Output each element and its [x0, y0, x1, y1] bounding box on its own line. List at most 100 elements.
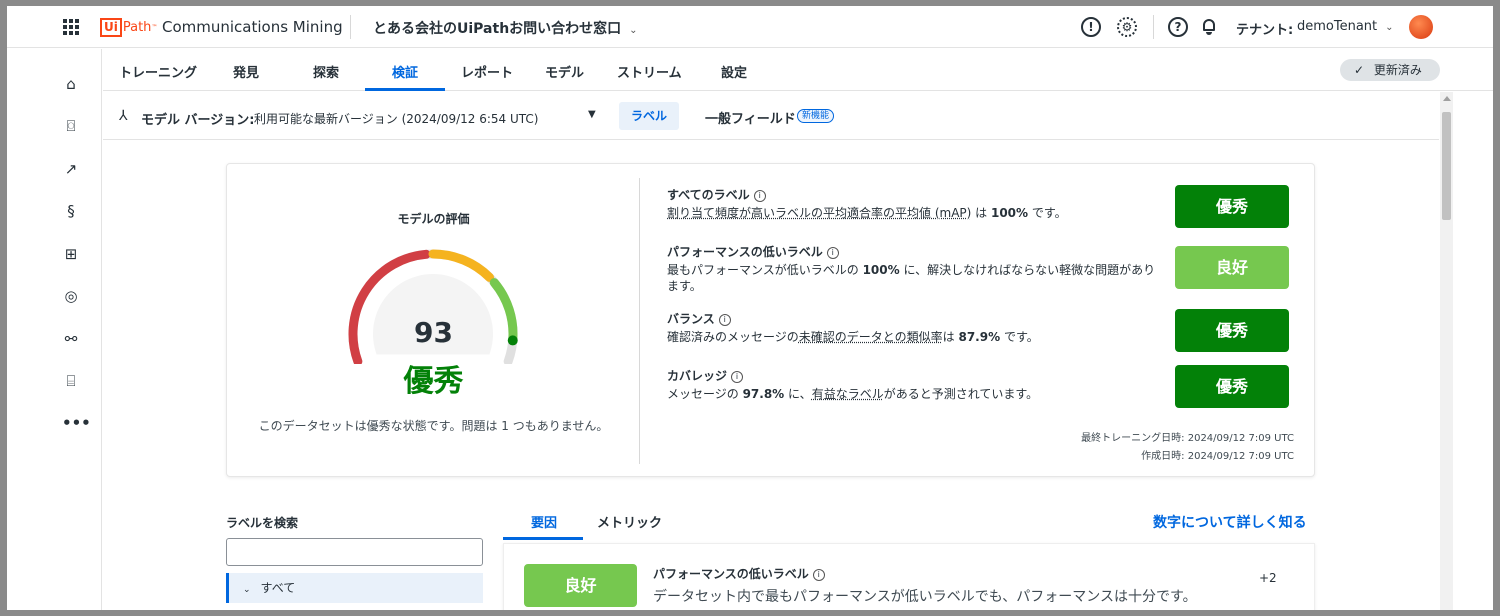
- tab-factors[interactable]: 要因: [531, 512, 557, 531]
- apps-icon[interactable]: ⊞: [62, 245, 80, 263]
- last-trained: 最終トレーニング日時: 2024/09/12 7:09 UTC: [1081, 433, 1294, 444]
- logo-trademark: ™: [151, 23, 158, 31]
- desc-text: 最もパフォーマンスが低いラベルの: [667, 263, 863, 277]
- metric-rating-button[interactable]: 優秀: [1175, 365, 1289, 408]
- app-window: Ui Path ™ Communications Mining とある会社のUi…: [7, 6, 1493, 610]
- chevron-down-icon: ⌄: [629, 25, 638, 36]
- tab-validation[interactable]: 検証: [392, 62, 418, 81]
- rating-grade: 優秀: [403, 364, 464, 399]
- metric-description: メッセージの 97.8% に、有益なラベルがあると予測されています。: [667, 386, 1167, 402]
- apps-grid-icon[interactable]: [63, 19, 79, 35]
- metric-description: 最もパフォーマンスが低いラベルの 100% に、解決しなければならない軽微な問題…: [667, 262, 1167, 294]
- logo-path: Path: [122, 19, 152, 35]
- caret-down-icon[interactable]: ▼: [588, 109, 596, 120]
- updated-status-chip: ✓ 更新済み: [1340, 59, 1440, 81]
- tab-models[interactable]: モデル: [545, 62, 584, 81]
- desc-text: メッセージの: [667, 387, 743, 401]
- main-tabs: トレーニング 発見 探索 検証 レポート モデル ストリーム 設定 ✓ 更新済み: [103, 49, 1493, 91]
- metric-rating-button[interactable]: 良好: [1175, 246, 1289, 289]
- metric-rating-button[interactable]: 優秀: [1175, 185, 1289, 228]
- tab-reports[interactable]: レポート: [461, 62, 513, 81]
- created-at: 作成日時: 2024/09/12 7:09 UTC: [1141, 451, 1294, 462]
- label-tree-item-all[interactable]: ⌄ すべて: [226, 573, 483, 603]
- desc-text: に、: [784, 387, 812, 401]
- desc-text: です。: [1000, 330, 1039, 344]
- factor-title-text: パフォーマンスの低いラベル: [653, 567, 809, 581]
- avatar[interactable]: [1409, 15, 1433, 39]
- factor-rating-button[interactable]: 良好: [524, 564, 637, 607]
- uipath-logo[interactable]: Ui Path ™: [100, 17, 157, 37]
- chevron-down-icon[interactable]: ⌄: [243, 585, 251, 595]
- context-selector[interactable]: とある会社のUiPathお問い合わせ窓口 ⌄: [373, 18, 638, 38]
- metric-title: カバレッジ: [667, 369, 728, 383]
- gauge-segment-orange: [428, 249, 495, 282]
- tab-explore[interactable]: 探索: [313, 62, 339, 81]
- label-tree-item-text: すべて: [260, 581, 296, 595]
- info-icon[interactable]: i: [826, 247, 839, 259]
- tenant-label: テナント:: [1236, 23, 1294, 38]
- model-rating-card: モデルの評価 93 優秀 このデータセットは優秀な状態です。問題は 1 つもあり…: [226, 163, 1315, 477]
- general-fields-button[interactable]: 一般フィールド: [705, 108, 796, 127]
- integration-icon[interactable]: ⚯: [62, 330, 80, 348]
- tab-metrics[interactable]: メトリック: [597, 512, 662, 531]
- store-icon[interactable]: ⌸: [62, 372, 80, 390]
- learn-more-link[interactable]: 数字について詳しく知る: [1153, 512, 1307, 532]
- active-tab-indicator: [365, 88, 445, 91]
- label-search-label: ラベルを検索: [226, 516, 299, 530]
- tab-training[interactable]: トレーニング: [119, 62, 197, 81]
- help-icon[interactable]: ?: [1168, 17, 1188, 37]
- context-name: とある会社のUiPathお問い合わせ窓口: [373, 21, 622, 37]
- logo-box: Ui: [100, 17, 122, 37]
- vertical-scrollbar[interactable]: [1440, 92, 1453, 610]
- check-icon: ✓: [1354, 63, 1365, 77]
- info-icon[interactable]: i: [718, 314, 731, 326]
- model-version-bar: ⅄ モデル バージョン: 利用可能な最新バージョン (2024/09/12 6:…: [103, 92, 1439, 140]
- tab-discover[interactable]: 発見: [233, 62, 259, 81]
- map-term[interactable]: 割り当て頻度が高いラベルの平均適合率の平均値 (mAP): [667, 206, 971, 220]
- desc-text: は: [942, 330, 959, 344]
- alert-icon[interactable]: ◎: [62, 287, 80, 305]
- more-icon[interactable]: •••: [62, 414, 91, 432]
- divider: [1153, 15, 1154, 39]
- labels-toggle-button[interactable]: ラベル: [619, 102, 679, 130]
- model-icon: ⅄: [119, 108, 128, 124]
- scroll-thumb[interactable]: [1442, 112, 1451, 220]
- tab-settings[interactable]: 設定: [721, 62, 747, 81]
- metric-title: バランス: [667, 312, 715, 326]
- info-icon[interactable]: i: [812, 569, 825, 581]
- desc-text: は: [971, 206, 991, 220]
- home-icon[interactable]: ⌂: [62, 75, 80, 93]
- metric-title: パフォーマンスの低いラベル: [667, 245, 823, 259]
- info-icon[interactable]: i: [753, 190, 766, 202]
- metric-description: 確認済みのメッセージの未確認のデータとの類似率は 87.9% です。: [667, 329, 1167, 345]
- similarity-term[interactable]: 未確認のデータとの類似率: [799, 330, 943, 344]
- tab-streams[interactable]: ストリーム: [617, 62, 682, 81]
- rating-description: このデータセットは優秀な状態です。問題は 1 つもありません。: [258, 419, 609, 433]
- metric-underperforming-labels: パフォーマンスの低いラベル i 最もパフォーマンスが低いラベルの 100% に、解…: [667, 243, 1167, 294]
- factor-card: 良好 パフォーマンスの低いラベル i データセット内で最もパフォーマンスが低いラベ…: [503, 543, 1315, 610]
- rating-score: 93: [414, 316, 453, 349]
- settings-icon[interactable]: ⚙: [1117, 17, 1137, 37]
- desc-text: に、: [899, 263, 928, 277]
- model-version-label: モデル バージョン:: [141, 113, 255, 128]
- model-version-dropdown[interactable]: 利用可能な最新バージョン (2024/09/12 6:54 UTC): [254, 110, 538, 127]
- desc-text: があると予測されています。: [883, 387, 1039, 401]
- info-icon[interactable]: i: [731, 371, 744, 383]
- chart-icon[interactable]: ↗: [62, 160, 80, 178]
- informative-label-term[interactable]: 有益なラベル: [812, 387, 884, 401]
- bell-icon[interactable]: [1201, 17, 1217, 35]
- label-search-input[interactable]: [226, 538, 483, 566]
- dataset-icon[interactable]: ⌼: [62, 117, 80, 135]
- metric-description: 割り当て頻度が高いラベルの平均適合率の平均値 (mAP) は 100% です。: [667, 205, 1167, 221]
- divider: [350, 15, 351, 39]
- factor-title: パフォーマンスの低いラベル i: [653, 565, 825, 582]
- desc-text: 確認済みのメッセージの: [667, 330, 799, 344]
- stream-icon[interactable]: §: [62, 202, 80, 220]
- metric-all-labels: すべてのラベル i 割り当て頻度が高いラベルの平均適合率の平均値 (mAP) は …: [667, 186, 1167, 221]
- tenant-selector[interactable]: demoTenant ⌄: [1297, 19, 1394, 34]
- metric-rating-button[interactable]: 優秀: [1175, 309, 1289, 352]
- tenant-value: demoTenant: [1297, 19, 1378, 34]
- alert-icon[interactable]: !: [1081, 17, 1101, 37]
- scroll-up-arrow-icon[interactable]: [1443, 96, 1451, 101]
- factor-extra-count[interactable]: +2: [1259, 571, 1277, 585]
